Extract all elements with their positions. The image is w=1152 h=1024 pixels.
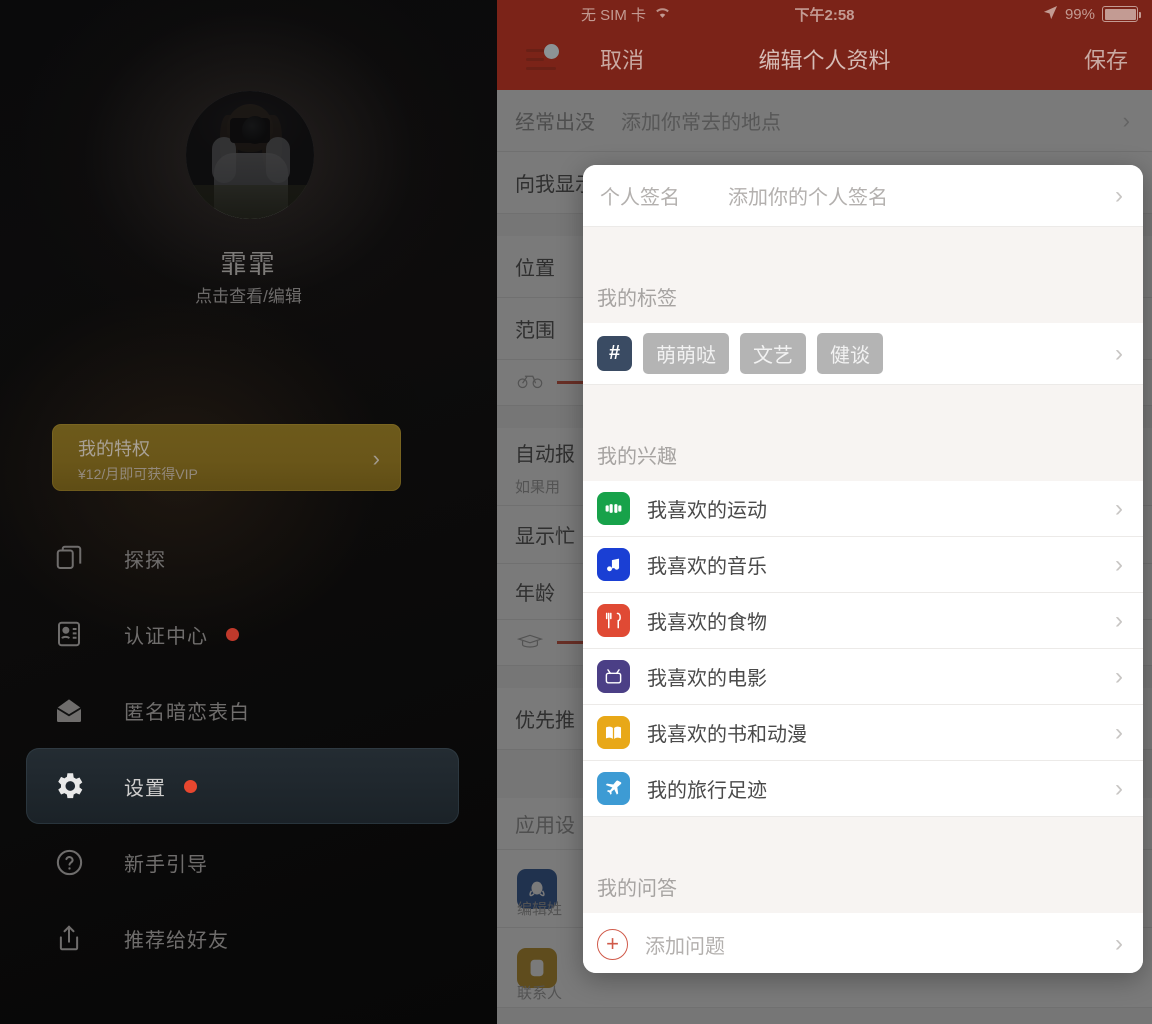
nav-bar: 取消 编辑个人资料 保存 — [497, 28, 1152, 90]
chevron-right-icon: › — [1115, 930, 1123, 957]
chevron-right-icon: › — [1115, 550, 1123, 578]
section-header-my-interests: 我的兴趣 — [583, 385, 1143, 481]
status-bar-right: 99% — [1043, 5, 1141, 24]
list-item-music[interactable]: 我喜欢的音乐 › — [583, 537, 1143, 593]
phone-screen: 无 SIM 卡 下午2:58 99% 取消 编辑个人资料 保存 个人签名 添加你… — [497, 0, 1152, 1024]
left-drawer: 霏霏 点击查看/编辑 我的特权 ¥12/月即可获得VIP › 探探 认证中心 匿… — [0, 0, 497, 1024]
list-item-label: 我喜欢的电影 — [647, 668, 767, 690]
fork-spoon-icon — [597, 604, 630, 637]
hash-icon: # — [597, 336, 632, 371]
list-item-sports[interactable]: 我喜欢的运动 › — [583, 481, 1143, 537]
envelope-icon — [46, 690, 92, 730]
sidebar-item-tantan[interactable]: 探探 — [0, 520, 497, 596]
nav-title: 编辑个人资料 — [758, 48, 891, 73]
list-item-label: 我喜欢的运动 — [647, 500, 767, 522]
music-note-icon — [597, 548, 630, 581]
avatar[interactable] — [186, 91, 314, 219]
list-item-books-anime[interactable]: 我喜欢的书和动漫 › — [583, 705, 1143, 761]
profile-subtitle: 点击查看/编辑 — [195, 287, 302, 306]
row-personal-signature[interactable]: 个人签名 添加你的个人签名 › — [583, 165, 1143, 227]
sidebar-item-anonymous-crush[interactable]: 匿名暗恋表白 — [0, 672, 497, 748]
sidebar-item-verification[interactable]: 认证中心 — [0, 596, 497, 672]
chevron-right-icon: › — [1115, 494, 1123, 522]
chevron-right-icon: › — [1115, 606, 1123, 634]
row-label: 个人签名 — [600, 187, 680, 209]
row-add-question[interactable]: + 添加问题 › — [583, 913, 1143, 973]
book-icon — [597, 716, 630, 749]
sidebar-item-label: 新手引导 — [124, 853, 208, 876]
chevron-right-icon: › — [1115, 662, 1123, 690]
battery-percent-label: 99% — [1064, 5, 1095, 23]
cards-icon — [46, 538, 92, 578]
sidebar-item-label: 认证中心 — [124, 625, 208, 648]
save-button[interactable]: 保存 — [1084, 43, 1128, 75]
chevron-right-icon: › — [1115, 181, 1123, 209]
id-card-icon — [46, 614, 92, 654]
page-title: 霏霏 — [220, 249, 277, 279]
sidebar-item-label: 探探 — [124, 549, 166, 572]
add-question-label: 添加问题 — [645, 935, 725, 958]
row-placeholder: 添加你的个人签名 — [728, 187, 888, 209]
sidebar-item-settings[interactable]: 设置 — [26, 748, 459, 824]
vip-banner-subtitle: ¥12/月即可获得VIP — [78, 466, 198, 482]
location-arrow-icon — [1043, 5, 1058, 24]
list-item-travel[interactable]: 我的旅行足迹 › — [583, 761, 1143, 817]
chevron-right-icon: › — [1115, 718, 1123, 746]
tag-chip[interactable]: 文艺 — [740, 333, 806, 374]
sidebar-item-share-friends[interactable]: 推荐给好友 — [0, 900, 497, 976]
vip-banner-title: 我的特权 — [78, 439, 150, 459]
plus-circle-icon: + — [597, 928, 628, 960]
chevron-right-icon: › — [372, 446, 380, 471]
vip-privilege-banner[interactable]: 我的特权 ¥12/月即可获得VIP › — [52, 424, 401, 491]
dumbbell-icon — [597, 492, 630, 525]
sidebar-item-newbie-guide[interactable]: 新手引导 — [0, 824, 497, 900]
list-item-food[interactable]: 我喜欢的食物 › — [583, 593, 1143, 649]
status-bar: 无 SIM 卡 下午2:58 99% — [497, 0, 1152, 28]
list-item-label: 我喜欢的音乐 — [647, 556, 767, 578]
battery-icon — [1102, 6, 1141, 22]
section-header-my-qa: 我的问答 — [583, 817, 1143, 913]
list-item-label: 我的旅行足迹 — [647, 780, 767, 802]
share-icon — [46, 918, 92, 958]
row-my-tags[interactable]: # 萌萌哒 文艺 健谈 › — [583, 323, 1143, 385]
chevron-right-icon: › — [1115, 339, 1123, 367]
list-item-movies[interactable]: 我喜欢的电影 › — [583, 649, 1143, 705]
question-circle-icon — [46, 842, 92, 882]
tv-icon — [597, 660, 630, 693]
list-item-label: 我喜欢的食物 — [647, 612, 767, 634]
gear-icon — [46, 766, 92, 806]
drawer-nav-list: 探探 认证中心 匿名暗恋表白 设置 新手引导 推荐给好友 — [0, 520, 497, 976]
sidebar-item-label: 推荐给好友 — [124, 929, 229, 952]
status-badge — [184, 779, 197, 793]
section-header-my-tags: 我的标签 — [583, 227, 1143, 323]
status-badge — [226, 627, 239, 641]
tag-chip[interactable]: 健谈 — [817, 333, 883, 374]
avatar-dim-overlay — [186, 91, 314, 219]
airplane-icon — [597, 772, 630, 805]
sidebar-item-label: 设置 — [124, 777, 166, 800]
profile-edit-modal: 个人签名 添加你的个人签名 › 我的标签 # 萌萌哒 文艺 健谈 › 我的兴趣 … — [583, 165, 1143, 973]
chevron-right-icon: › — [1115, 774, 1123, 802]
tag-chip[interactable]: 萌萌哒 — [643, 333, 729, 374]
app-screen: 霏霏 点击查看/编辑 我的特权 ¥12/月即可获得VIP › 探探 认证中心 匿… — [0, 0, 1152, 1024]
list-item-label: 我喜欢的书和动漫 — [647, 724, 807, 746]
sidebar-item-label: 匿名暗恋表白 — [124, 701, 250, 724]
